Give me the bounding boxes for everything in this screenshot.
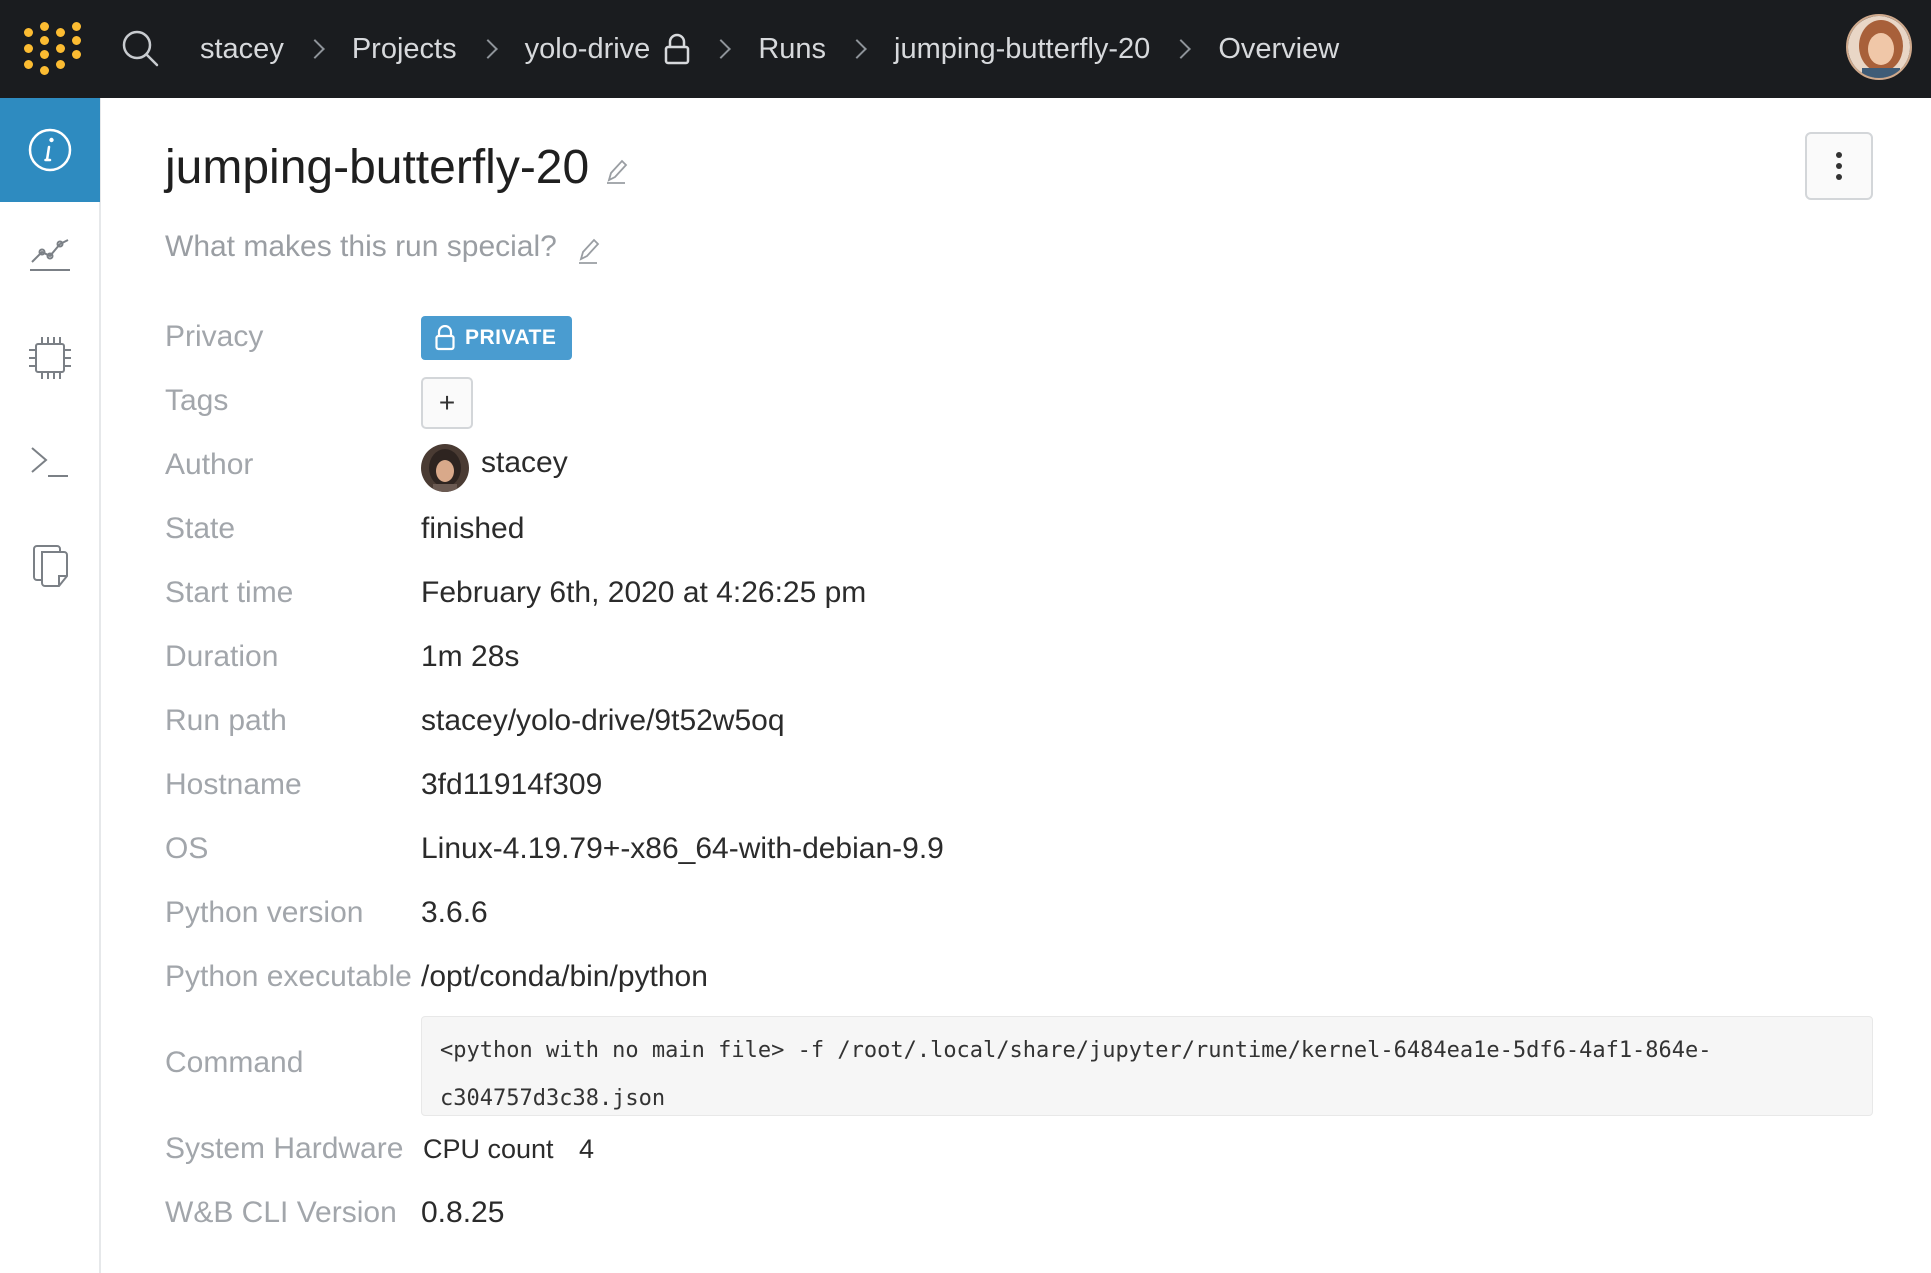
run-path-label: Run path <box>165 704 287 737</box>
chevron-right-icon <box>304 39 325 59</box>
chevron-right-icon <box>1171 39 1192 59</box>
duration-label: Duration <box>165 640 279 673</box>
run-sidebar <box>0 98 101 1273</box>
python-version-value: 3.6.6 <box>421 896 488 929</box>
start-time-label: Start time <box>165 576 294 609</box>
edit-description-pencil-icon[interactable] <box>575 236 603 266</box>
os-label: OS <box>165 832 209 865</box>
python-executable-label: Python executable <box>165 960 412 993</box>
command-label: Command <box>165 1046 304 1079</box>
search-icon[interactable] <box>120 28 160 68</box>
cpu-count-value: 4 <box>579 1134 595 1164</box>
run-description[interactable]: What makes this run special? <box>165 230 557 264</box>
breadcrumb-overview[interactable]: Overview <box>1218 33 1339 66</box>
more-options-button[interactable] <box>1805 132 1873 200</box>
start-time-value: February 6th, 2020 at 4:26:25 pm <box>421 576 867 609</box>
top-navigation-bar: stacey Projects yolo-drive Runs jumping-… <box>0 0 1931 98</box>
wandb-logo-icon[interactable] <box>22 22 81 78</box>
sidebar-item-files[interactable] <box>0 514 100 618</box>
chip-icon <box>29 337 71 379</box>
author-label: Author <box>165 448 254 481</box>
privacy-label: Privacy <box>165 320 264 353</box>
sidebar-item-overview[interactable] <box>0 98 100 202</box>
cli-version-label: W&B CLI Version <box>165 1196 397 1229</box>
info-icon <box>28 128 72 172</box>
state-value: finished <box>421 512 525 545</box>
chevron-right-icon <box>711 39 732 59</box>
hostname-value: 3fd11914f309 <box>421 768 603 801</box>
terminal-icon <box>31 447 68 477</box>
breadcrumb-project[interactable]: yolo-drive <box>525 33 651 66</box>
cli-version-value: 0.8.25 <box>421 1196 505 1229</box>
breadcrumb-run[interactable]: jumping-butterfly-20 <box>894 33 1150 66</box>
state-label: State <box>165 512 236 545</box>
author-name[interactable]: stacey <box>481 446 568 480</box>
python-version-label: Python version <box>165 896 364 929</box>
run-name: jumping-butterfly-20 <box>165 141 590 194</box>
breadcrumb-projects[interactable]: Projects <box>352 33 457 66</box>
system-hardware-label: System Hardware <box>165 1132 404 1165</box>
add-tag-button[interactable]: + <box>421 377 473 429</box>
author-avatar[interactable] <box>421 444 469 492</box>
sidebar-item-charts[interactable] <box>0 202 100 306</box>
sidebar-item-system[interactable] <box>0 306 100 410</box>
command-line: <python with no main file> -f /root/.loc… <box>440 1038 1712 1063</box>
privacy-badge[interactable]: PRIVATE <box>421 316 573 360</box>
sidebar-item-logs[interactable] <box>0 410 100 514</box>
files-icon <box>33 545 68 587</box>
breadcrumb-user[interactable]: stacey <box>200 33 284 66</box>
cpu-count-key: CPU count <box>423 1134 554 1164</box>
command-line: c304757d3c38.json <box>440 1086 666 1111</box>
hostname-label: Hostname <box>165 768 302 801</box>
lock-icon <box>665 33 690 65</box>
tags-label: Tags <box>165 384 229 417</box>
command-code-block: <python with no main file> -f /root/.loc… <box>421 1016 1873 1116</box>
user-avatar[interactable] <box>1846 14 1912 80</box>
os-value: Linux-4.19.79+-x86_64-with-debian-9.9 <box>421 832 944 865</box>
lock-icon <box>435 325 455 351</box>
breadcrumb: stacey Projects yolo-drive Runs jumping-… <box>200 0 1339 98</box>
duration-value: 1m 28s <box>421 640 520 673</box>
run-overview: jumping-butterfly-20 What makes this run… <box>101 98 1931 1273</box>
privacy-value: PRIVATE <box>465 326 557 349</box>
python-executable-value: /opt/conda/bin/python <box>421 960 708 993</box>
chevron-right-icon <box>847 39 867 59</box>
run-path-value: stacey/yolo-drive/9t52w5oq <box>421 704 785 737</box>
edit-name-pencil-icon[interactable] <box>601 156 631 186</box>
breadcrumb-runs[interactable]: Runs <box>758 33 826 66</box>
chart-icon <box>30 239 70 271</box>
chevron-right-icon <box>477 39 498 59</box>
